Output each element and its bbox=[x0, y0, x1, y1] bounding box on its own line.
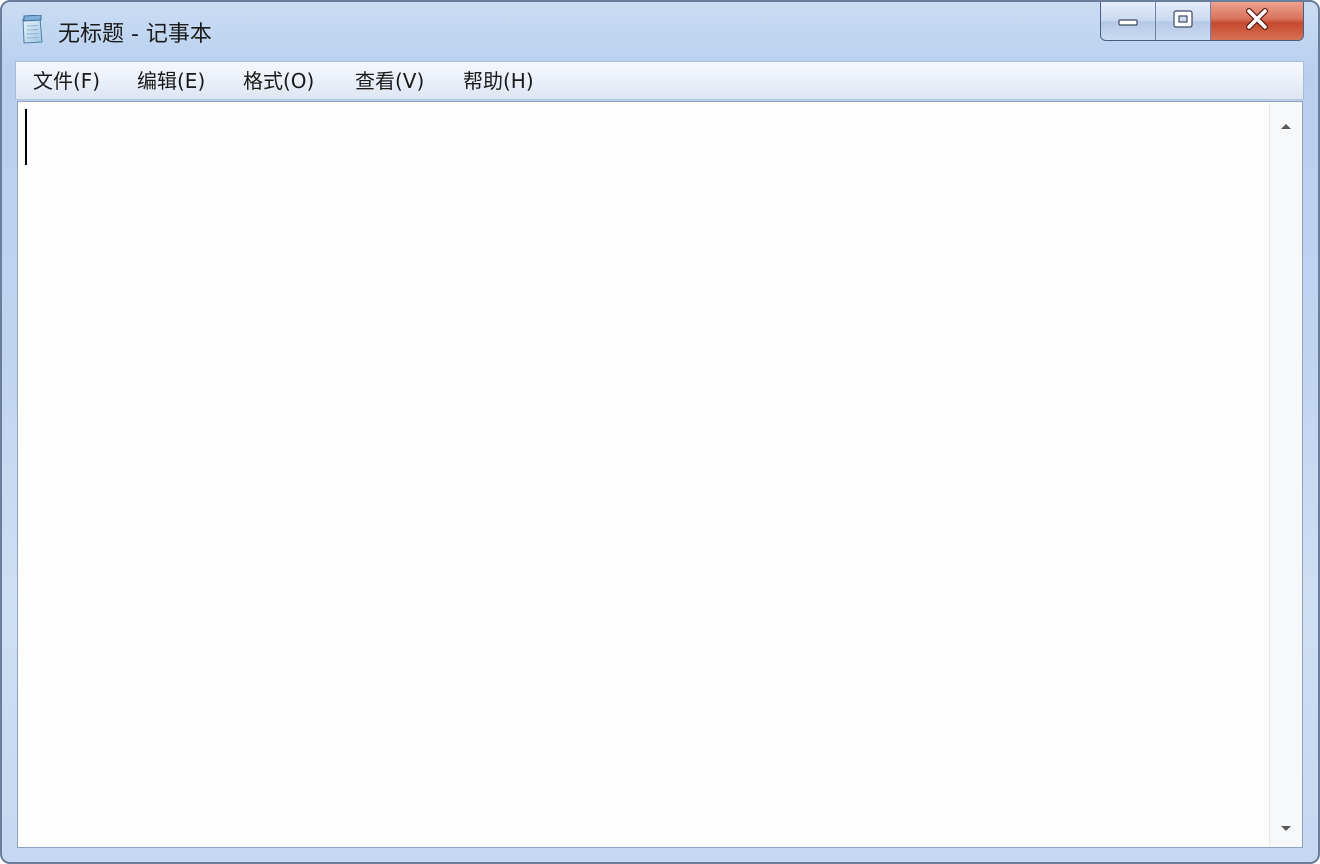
menu-file[interactable]: 文件(F) bbox=[30, 67, 103, 95]
minimize-icon bbox=[1117, 12, 1139, 31]
window-title: 无标题 - 记事本 bbox=[58, 22, 212, 47]
notepad-window: 无标题 - 记事本 文件(F) 编辑(E) 格式(O) 查看(V) 帮助(H) bbox=[0, 0, 1320, 864]
text-editor[interactable] bbox=[18, 102, 1269, 847]
menu-edit[interactable]: 编辑(E) bbox=[134, 67, 208, 95]
menu-view[interactable]: 查看(V) bbox=[352, 67, 427, 95]
scroll-up-button[interactable] bbox=[1270, 108, 1302, 140]
menu-format[interactable]: 格式(O) bbox=[240, 67, 317, 95]
maximize-icon bbox=[1172, 9, 1194, 33]
close-button[interactable] bbox=[1211, 2, 1303, 40]
minimize-button[interactable] bbox=[1101, 2, 1156, 40]
menu-bar: 文件(F) 编辑(E) 格式(O) 查看(V) 帮助(H) bbox=[15, 61, 1304, 100]
scroll-down-arrow-icon bbox=[1280, 818, 1292, 837]
scroll-down-button[interactable] bbox=[1270, 811, 1302, 843]
maximize-button[interactable] bbox=[1156, 2, 1211, 40]
editor-area bbox=[17, 101, 1303, 848]
menu-help[interactable]: 帮助(H) bbox=[460, 67, 537, 95]
notepad-icon[interactable] bbox=[20, 14, 44, 45]
close-icon bbox=[1245, 8, 1269, 34]
vertical-scrollbar[interactable] bbox=[1269, 102, 1302, 847]
title-bar[interactable]: 无标题 - 记事本 bbox=[2, 2, 1318, 60]
scroll-up-arrow-icon bbox=[1280, 115, 1292, 134]
text-caret bbox=[25, 109, 27, 165]
window-controls bbox=[1100, 2, 1304, 41]
